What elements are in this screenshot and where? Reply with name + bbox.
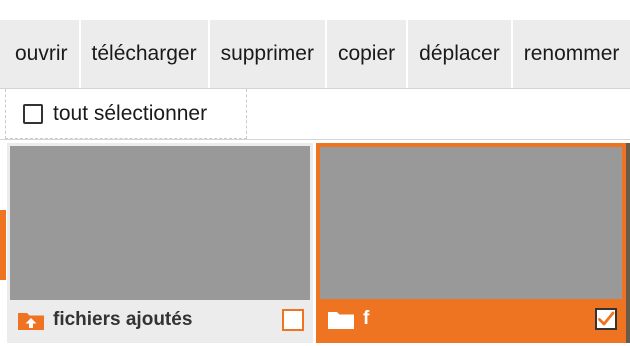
folder-upload-icon bbox=[18, 313, 44, 330]
folder-checkbox[interactable] bbox=[282, 309, 304, 331]
copy-button[interactable]: copier bbox=[327, 20, 409, 88]
folder-thumbnail bbox=[320, 147, 622, 299]
move-button[interactable]: déplacer bbox=[408, 20, 513, 88]
left-edge-accent bbox=[0, 210, 6, 280]
folder-checkbox-checked[interactable] bbox=[595, 308, 617, 330]
folder-icon bbox=[328, 312, 354, 329]
open-button[interactable]: ouvrir bbox=[4, 20, 81, 88]
folder-name: f bbox=[363, 308, 370, 329]
download-button[interactable]: télécharger bbox=[81, 20, 210, 88]
selection-bar: tout sélectionner bbox=[0, 89, 630, 140]
folder-card-footer: fichiers ajoutés bbox=[10, 300, 310, 340]
select-all-checkbox[interactable] bbox=[23, 103, 43, 124]
folder-thumbnail bbox=[10, 146, 310, 300]
folder-card-footer: f bbox=[320, 299, 622, 339]
select-all-label: tout sélectionner bbox=[53, 101, 208, 125]
folder-card[interactable]: fichiers ajoutés bbox=[7, 143, 313, 343]
right-edge-divider bbox=[626, 143, 630, 343]
checkmark-icon bbox=[598, 311, 615, 326]
rename-button[interactable]: renommer bbox=[513, 20, 630, 88]
folder-name: fichiers ajoutés bbox=[53, 309, 193, 330]
folder-card-selected[interactable]: f bbox=[316, 143, 626, 343]
select-all-control[interactable]: tout sélectionner bbox=[5, 89, 247, 139]
action-toolbar: ouvrir télécharger supprimer copier dépl… bbox=[0, 20, 630, 89]
delete-button[interactable]: supprimer bbox=[210, 20, 327, 88]
